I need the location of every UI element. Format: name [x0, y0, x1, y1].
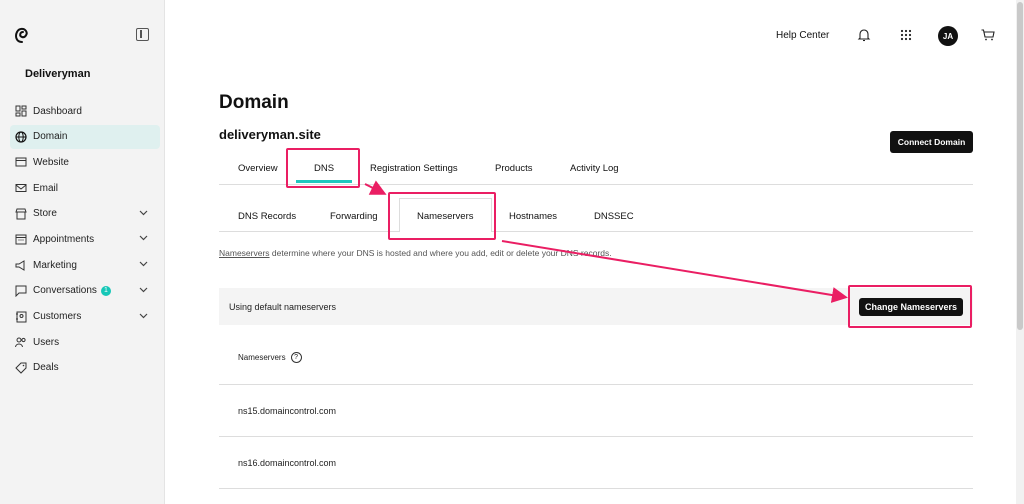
- sidebar-item-label: Conversations: [33, 285, 97, 297]
- cart-icon[interactable]: [981, 29, 995, 41]
- sidebar-item-users[interactable]: Users: [10, 330, 160, 354]
- bell-icon[interactable]: [857, 28, 871, 42]
- divider: [219, 436, 973, 437]
- sidebar-item-label: Users: [33, 336, 60, 348]
- apps-grid-icon[interactable]: [900, 29, 912, 41]
- divider: [219, 488, 973, 489]
- tab-products[interactable]: Products: [495, 163, 533, 174]
- users-icon: [14, 336, 27, 349]
- tab-activity-log[interactable]: Activity Log: [570, 163, 619, 174]
- megaphone-icon: [14, 259, 27, 272]
- sidebar-item-label: Appointments: [33, 233, 95, 245]
- sidebar-item-label: Deals: [33, 362, 59, 374]
- sidebar-nav: Dashboard Domain Website Email Store App…: [10, 99, 160, 382]
- tab-registration-settings[interactable]: Registration Settings: [370, 163, 458, 174]
- sidebar-item-label: Dashboard: [33, 105, 82, 117]
- chevron-down-icon[interactable]: [139, 313, 148, 319]
- godaddy-logo-icon[interactable]: [13, 26, 31, 44]
- chevron-down-icon[interactable]: [139, 210, 148, 216]
- dashboard-icon: [14, 105, 27, 118]
- sidebar-item-conversations[interactable]: Conversations 1: [10, 279, 160, 303]
- tag-icon: [14, 361, 27, 374]
- sidebar-item-label: Marketing: [33, 259, 77, 271]
- description-text: determine where your DNS is hosted and w…: [269, 248, 612, 258]
- mail-icon: [14, 182, 27, 195]
- unread-badge: 1: [100, 285, 111, 296]
- nameservers-help-link[interactable]: Nameservers: [219, 248, 270, 258]
- sidebar-item-appointments[interactable]: Appointments: [10, 227, 160, 251]
- connect-domain-button[interactable]: Connect Domain: [890, 131, 973, 153]
- subtab-dns-records[interactable]: DNS Records: [238, 211, 296, 222]
- sidebar-item-label: Domain: [33, 131, 68, 143]
- account-name: Deliveryman: [25, 68, 91, 80]
- highlight-change-button: [848, 285, 972, 328]
- highlight-nameservers-subtab: [388, 192, 496, 240]
- dns-subtabs: DNS Records Forwarding Nameservers Hostn…: [219, 198, 973, 232]
- banner-text: Using default nameservers: [229, 302, 337, 312]
- sidebar: Deliveryman Dashboard Domain Website Ema…: [0, 0, 165, 504]
- calendar-icon: [14, 233, 27, 246]
- highlight-dns-tab: [286, 148, 360, 188]
- globe-icon: [14, 130, 27, 143]
- nameservers-column-header: Nameservers ?: [238, 352, 302, 363]
- sidebar-item-label: Email: [33, 182, 59, 194]
- avatar[interactable]: JA: [938, 26, 958, 46]
- sidebar-item-domain[interactable]: Domain: [10, 124, 160, 149]
- sidebar-item-dashboard[interactable]: Dashboard: [10, 99, 160, 123]
- nameserver-row: ns15.domaincontrol.com: [238, 406, 337, 416]
- chevron-down-icon[interactable]: [139, 261, 148, 267]
- sidebar-item-email[interactable]: Email: [10, 176, 160, 200]
- sidebar-item-label: Customers: [33, 311, 82, 322]
- divider: [219, 384, 973, 385]
- nameservers-header-label: Nameservers: [238, 353, 286, 362]
- subtab-forwarding[interactable]: Forwarding: [330, 211, 378, 222]
- subtab-hostnames[interactable]: Hostnames: [509, 211, 557, 222]
- help-center-link[interactable]: Help Center: [776, 30, 829, 41]
- subtab-dnssec[interactable]: DNSSEC: [594, 211, 634, 222]
- chevron-down-icon[interactable]: [139, 287, 148, 293]
- sidebar-item-store[interactable]: Store: [10, 202, 160, 226]
- chat-icon: [14, 284, 27, 297]
- scrollbar-thumb[interactable]: [1017, 2, 1023, 330]
- collapse-sidebar-icon[interactable]: [136, 28, 149, 41]
- nameservers-description: Nameservers determine where your DNS is …: [219, 248, 612, 258]
- store-icon: [14, 207, 27, 220]
- chevron-down-icon[interactable]: [139, 235, 148, 241]
- sidebar-item-label: Store: [33, 208, 57, 220]
- contacts-icon: [14, 310, 27, 323]
- website-icon: [14, 156, 27, 169]
- sidebar-item-label: Website: [33, 156, 69, 168]
- sidebar-item-customers[interactable]: Customers: [10, 305, 160, 329]
- domain-name: deliveryman.site: [219, 127, 321, 142]
- sidebar-item-deals[interactable]: Deals: [10, 356, 160, 380]
- arrow-to-nameservers: [364, 180, 387, 195]
- sidebar-item-website[interactable]: Website: [10, 150, 160, 174]
- page-scrollbar[interactable]: [1016, 0, 1024, 504]
- nameserver-row: ns16.domaincontrol.com: [238, 458, 337, 468]
- page-title: Domain: [219, 92, 289, 113]
- help-question-icon[interactable]: ?: [290, 352, 302, 363]
- sidebar-item-marketing[interactable]: Marketing: [10, 253, 160, 277]
- tab-overview[interactable]: Overview: [238, 163, 278, 174]
